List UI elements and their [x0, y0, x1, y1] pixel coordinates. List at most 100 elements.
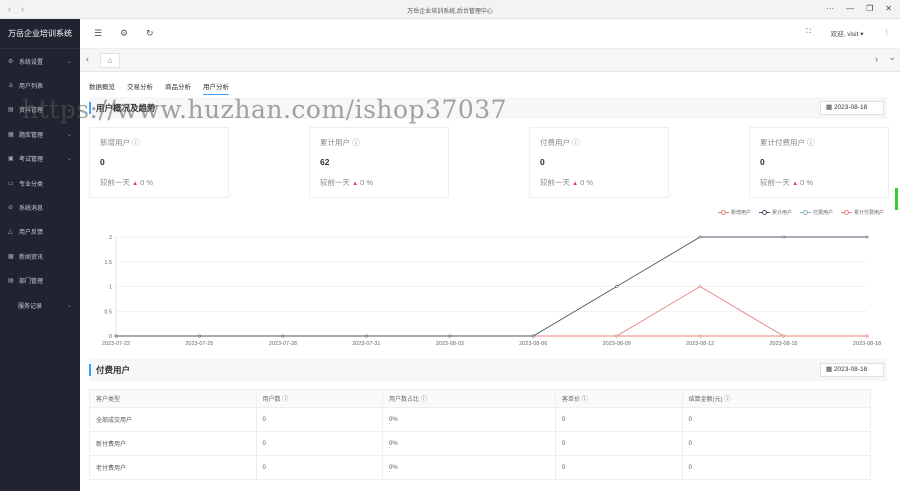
user-menu[interactable]: 欢迎, visit ▾ — [831, 28, 864, 38]
sidebar-item[interactable]: ⊘ 系统消息 — [0, 195, 80, 219]
sidebar-item[interactable]: ▤ 部门管理 — [0, 269, 80, 293]
x-tick-label: 2023-08-09 — [603, 341, 631, 347]
tabs-left-arrow-icon[interactable]: ‹ — [86, 54, 89, 64]
brand-title: 万岳企业培训系统 — [0, 19, 80, 49]
table-cell: 新付费用户 — [89, 431, 257, 456]
stat-label: 新增用户 ⓘ — [100, 138, 140, 147]
more-vert-icon[interactable]: ⋮ — [884, 28, 891, 38]
legend-item[interactable]: 付费用户 — [799, 209, 833, 216]
analysis-tab[interactable]: 数据概览 — [89, 81, 115, 95]
fullscreen-icon[interactable]: ⛶ — [806, 28, 811, 38]
compare-label: 较前一天 — [540, 178, 570, 187]
date-picker[interactable]: ▦ 2023-08-18 — [820, 363, 884, 377]
header-bar: ☰ ⚙ ↻ ⛶ 欢迎, visit ▾ ⋮ — [80, 19, 900, 49]
legend-item[interactable]: 累计用户 — [758, 209, 792, 216]
legend-marker — [758, 210, 770, 215]
x-tick-label: 2023-07-25 — [185, 341, 213, 347]
sidebar-item[interactable]: ▦ 新闻资讯 — [0, 244, 80, 268]
minimize-icon[interactable]: — — [846, 4, 854, 13]
data-point — [615, 285, 619, 288]
y-tick-label: 1 — [109, 285, 112, 291]
browser-titlebar: ‹ › 万岳企业培训系统,后台管理中心 ··· — ❐ ✕ — [0, 0, 900, 19]
table-cell: 0 — [255, 407, 384, 432]
column-header: 客单价 ⓘ — [555, 389, 683, 408]
data-point — [782, 235, 785, 239]
legend-item[interactable]: 累计付费用户 — [840, 209, 884, 216]
analysis-tab[interactable]: 用户分析 — [203, 81, 229, 95]
page-tabs-bar: ‹ ⌂ › ⌄ — [80, 49, 900, 72]
data-point — [782, 334, 785, 338]
compare-percent: 0 % — [140, 178, 154, 187]
back-icon[interactable]: ‹ — [8, 4, 11, 14]
sidebar-item[interactable]: ▭ 专业分类 — [0, 171, 80, 195]
table-cell: 0 — [255, 455, 384, 480]
settings-icon[interactable]: ⚙ — [120, 28, 132, 39]
stat-compare: 较前一天 ▲ 0 % — [100, 177, 218, 188]
x-tick-label: 2023-07-31 — [352, 341, 380, 347]
chevron-down-icon: ⌄ — [66, 302, 72, 309]
analysis-tab[interactable]: 商品分析 — [165, 81, 191, 95]
legend-label: 新增用户 — [730, 210, 751, 216]
column-header: 客户类型 — [89, 389, 257, 408]
date-picker[interactable]: ▦ 2023-08-18 — [820, 101, 884, 115]
sidebar-item[interactable]: △ 用户反馈 — [0, 220, 80, 244]
sidebar-item-icon: ▦ — [8, 253, 14, 260]
y-tick-label: 2 — [109, 235, 112, 241]
refresh-icon[interactable]: ↻ — [146, 28, 158, 39]
more-icon[interactable]: ··· — [826, 4, 834, 13]
close-icon[interactable]: ✕ — [885, 4, 892, 13]
section-title: 付费用户 — [89, 364, 130, 376]
tabs-dropdown-icon[interactable]: ⌄ — [888, 52, 896, 63]
forward-icon[interactable]: › — [21, 4, 24, 14]
stat-compare: 较前一天 ▲ 0 % — [540, 177, 658, 188]
data-point — [865, 235, 869, 239]
scrollbar-indicator[interactable] — [895, 188, 898, 210]
sidebar-item-icon: ♙ — [8, 83, 14, 90]
data-point — [448, 334, 452, 338]
legend-marker — [799, 210, 811, 215]
table-cell: 0 — [255, 431, 384, 456]
table-cell: 0 — [555, 431, 683, 456]
analysis-tabs: 数据概览 交易分析 商品分析 用户分析 — [89, 81, 229, 95]
stat-compare: 较前一天 ▲ 0 % — [320, 177, 438, 188]
data-point — [698, 285, 702, 288]
tabs-right-arrow-icon[interactable]: › — [875, 54, 878, 64]
data-point — [364, 334, 368, 338]
maximize-icon[interactable]: ❐ — [866, 4, 873, 13]
home-icon: ⌂ — [107, 56, 113, 65]
legend-label: 付费用户 — [812, 210, 833, 216]
stat-value: 0 — [100, 157, 105, 167]
sidebar-item[interactable]: ▦ 题库管理 ⌄ — [0, 122, 80, 146]
up-arrow-icon: ▲ — [572, 181, 579, 187]
sidebar-item[interactable]: ▣ 考试管理 ⌄ — [0, 147, 80, 171]
data-point — [198, 334, 201, 338]
sidebar-item-label: 考试管理 — [19, 157, 44, 164]
window-controls: ··· — ❐ ✕ — [826, 4, 892, 13]
browser-nav: ‹ › — [0, 4, 24, 14]
table-cell: 0 — [555, 455, 683, 480]
analysis-tab[interactable]: 交易分析 — [127, 81, 153, 95]
sidebar-item-icon: ⚙ — [8, 58, 14, 65]
x-tick-label: 2023-08-15 — [769, 341, 797, 347]
stat-card: 付费用户 ⓘ 0 较前一天 ▲ 0 % — [529, 127, 669, 198]
sidebar-item-label: 用户列表 — [19, 84, 44, 91]
menu-toggle-icon[interactable]: ☰ — [94, 28, 106, 39]
watermark-text: https://www.huzhan.com/ishop37037 — [22, 95, 508, 124]
compare-percent: 0 % — [580, 178, 594, 187]
y-tick-label: 0 — [109, 334, 112, 340]
stat-value: 0 — [540, 157, 545, 167]
sidebar-item-icon: ▭ — [8, 180, 14, 187]
table-row: 全部成交用户 0 0% 0 0 — [89, 407, 872, 432]
data-point — [698, 334, 702, 338]
sidebar-item[interactable]: ⚙ 系统设置 ⌄ — [0, 49, 80, 73]
table-cell: 0% — [382, 431, 557, 456]
y-tick-label: 0.5 — [104, 309, 112, 315]
compare-label: 较前一天 — [100, 178, 130, 187]
sidebar-item-label: 新闻资讯 — [19, 254, 44, 261]
table-row: 老付费用户 0 0% 0 0 — [89, 455, 872, 480]
home-tab[interactable]: ⌂ — [100, 53, 120, 68]
legend-item[interactable]: 新增用户 — [717, 209, 751, 216]
sidebar-item[interactable]: 服务记录 ⌄ — [0, 293, 80, 317]
sidebar-item-label: 系统设置 — [19, 59, 44, 66]
chevron-down-icon: ⌄ — [66, 131, 72, 138]
